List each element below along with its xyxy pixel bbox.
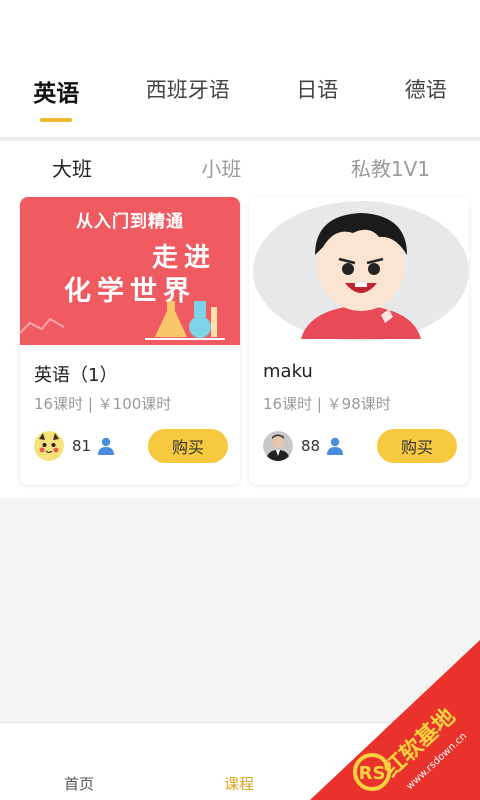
course-thumbnail — [249, 197, 469, 345]
course-meta: 16课时 | ￥98课时 — [263, 395, 391, 413]
nav-course[interactable]: 课程 — [224, 773, 254, 794]
watermark-logo: RS 红软基地 www.rsdown.cn — [310, 640, 480, 800]
student-count: 81 — [72, 437, 92, 455]
course-title: maku — [263, 361, 313, 382]
student-count: 88 — [301, 437, 321, 455]
tab-english-label: 英语 — [33, 81, 80, 107]
person-icon — [98, 437, 115, 455]
tab-english[interactable]: 英语 — [25, 68, 87, 122]
course-footer: 88 购买 — [263, 429, 457, 463]
person-icon — [327, 437, 344, 455]
tab-spanish[interactable]: 西班牙语 — [138, 68, 238, 110]
thumbnail-text: 从入门到精通 — [76, 212, 184, 232]
tab-private-1v1[interactable]: 私教1V1 — [351, 153, 430, 182]
teacher-avatar — [34, 431, 64, 461]
molecule-decoration — [20, 317, 65, 334]
buy-button[interactable]: 购买 — [377, 429, 457, 463]
course-footer: 81 购买 — [34, 429, 228, 463]
course-title: 英语（1） — [34, 365, 118, 386]
tab-german[interactable]: 德语 — [397, 68, 455, 110]
nav-home[interactable]: 首页 — [64, 773, 94, 794]
course-card[interactable]: 从入门到精通 走进 化学世界 英语（1） 16课时 | ￥100课时 81 购买 — [20, 197, 240, 485]
tab-small-class[interactable]: 小班 — [201, 153, 241, 182]
buy-button[interactable]: 购买 — [148, 429, 228, 463]
tab-japanese-label: 日语 — [296, 78, 339, 102]
course-meta: 16课时 | ￥100课时 — [34, 395, 172, 413]
course-thumbnail: 从入门到精通 走进 化学世界 — [20, 197, 240, 345]
course-list: 从入门到精通 走进 化学世界 英语（1） 16课时 | ￥100课时 81 购买… — [0, 193, 480, 498]
course-card[interactable]: maku 16课时 | ￥98课时 88 购买 — [249, 197, 469, 485]
tab-spanish-label: 西班牙语 — [145, 78, 230, 102]
active-tab-indicator — [40, 118, 73, 122]
language-tabs: 英语 西班牙语 日语 德语 — [0, 68, 480, 122]
tab-japanese[interactable]: 日语 — [288, 68, 346, 110]
class-type-tabs: 大班 小班 私教1V1 — [0, 141, 480, 193]
tab-large-class[interactable]: 大班 — [52, 153, 92, 182]
teacher-avatar — [263, 431, 293, 461]
lab-flask-illustration — [145, 301, 225, 340]
cartoon-boy-illustration — [253, 201, 469, 341]
tab-german-label: 德语 — [404, 78, 447, 102]
